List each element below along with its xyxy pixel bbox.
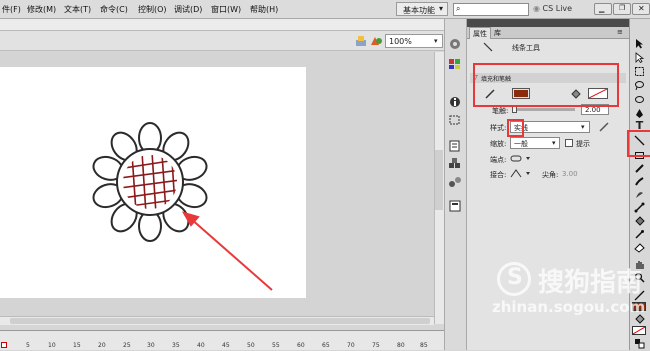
timeline-tick: 5 <box>26 342 30 349</box>
timeline-tick: 60 <box>297 342 305 349</box>
timeline-tick: 45 <box>222 342 230 349</box>
lasso-polygon-icon[interactable] <box>634 94 645 105</box>
pen-icon[interactable] <box>634 108 645 119</box>
pencil-icon[interactable] <box>634 163 645 174</box>
highlight-line-tool-box <box>627 130 650 157</box>
scale-value: 一般 <box>514 140 528 148</box>
color-panel-icon[interactable] <box>448 38 462 50</box>
timeline-tick: 65 <box>322 342 330 349</box>
panel-header <box>467 19 629 27</box>
tab-library[interactable]: 库 <box>491 27 504 39</box>
timeline-tick: 25 <box>123 342 131 349</box>
join-label: 接合: <box>490 171 507 179</box>
stroke-label: 笔触: <box>492 107 509 115</box>
timeline-tick: 85 <box>420 342 428 349</box>
scale-label: 缩放: <box>490 140 507 148</box>
scale-select[interactable]: 一般 ▾ <box>510 137 560 149</box>
watermark-logo: S <box>497 262 531 296</box>
timeline-tick: 30 <box>147 342 155 349</box>
timeline-tick: 80 <box>397 342 405 349</box>
watermark-brand: 搜狗指南 <box>538 268 643 298</box>
watermark-logo-letter: S <box>507 265 523 290</box>
timeline-tick: 20 <box>98 342 106 349</box>
swatches-icon[interactable] <box>448 58 462 70</box>
timeline-tick: 70 <box>347 342 355 349</box>
panel-menu-icon[interactable]: ≡ <box>617 28 623 36</box>
cap-select[interactable] <box>510 153 532 164</box>
arrow-icon[interactable] <box>634 38 645 49</box>
watermark-url: zhinan.sogou.com <box>492 298 646 316</box>
edit-stroke-style-icon[interactable] <box>598 121 610 133</box>
timeline-tick: 75 <box>372 342 380 349</box>
join-select[interactable] <box>510 168 532 179</box>
hint-checkbox[interactable] <box>565 139 573 147</box>
stroke-value: 2.00 <box>585 106 601 114</box>
swap-colors-icon[interactable] <box>634 338 645 349</box>
highlight-style-box <box>507 119 524 137</box>
chevron-down-icon: ▾ <box>581 123 585 131</box>
timeline-tick: 55 <box>272 342 280 349</box>
highlight-fill-stroke-box <box>473 63 619 107</box>
code-snippets-icon[interactable] <box>448 140 462 152</box>
info-icon[interactable] <box>448 96 462 108</box>
cap-label: 端点: <box>490 156 507 164</box>
motion-presets-icon[interactable] <box>448 176 462 188</box>
tab-properties[interactable]: 属性 <box>469 27 491 39</box>
stroke-slider-track[interactable] <box>513 108 575 111</box>
history-icon[interactable] <box>448 200 462 212</box>
transform-icon[interactable] <box>448 114 462 126</box>
eyedropper-icon[interactable] <box>634 229 645 240</box>
timeline-tick: 15 <box>73 342 81 349</box>
miter-value[interactable]: 3.00 <box>562 170 578 178</box>
tool-name: 线条工具 <box>512 44 540 52</box>
line-tool-icon <box>482 42 494 52</box>
timeline-tick: 35 <box>172 342 180 349</box>
miter-label: 尖角: <box>542 171 559 179</box>
free-transform-icon[interactable] <box>634 66 645 77</box>
horizontal-scroll-thumb[interactable] <box>10 318 430 324</box>
timeline-tick: 50 <box>247 342 255 349</box>
components-icon[interactable] <box>448 158 462 170</box>
eraser-icon[interactable] <box>634 242 645 253</box>
lasso-icon[interactable] <box>634 80 645 91</box>
style-label: 样式: <box>490 124 507 132</box>
timeline-tick: 40 <box>197 342 205 349</box>
bone-icon[interactable] <box>634 202 645 213</box>
subselect-icon[interactable] <box>634 52 645 64</box>
fill-color-tool-swatch[interactable] <box>632 326 646 335</box>
chevron-down-icon: ▾ <box>552 139 556 147</box>
paint-bucket-icon[interactable] <box>634 216 645 227</box>
deco-icon[interactable] <box>634 189 645 200</box>
playhead-marker[interactable] <box>1 342 7 348</box>
hint-label: 提示 <box>576 140 590 148</box>
timeline-tick: 10 <box>48 342 56 349</box>
brush-icon[interactable] <box>634 176 645 187</box>
vertical-scroll-thumb[interactable] <box>435 150 443 210</box>
